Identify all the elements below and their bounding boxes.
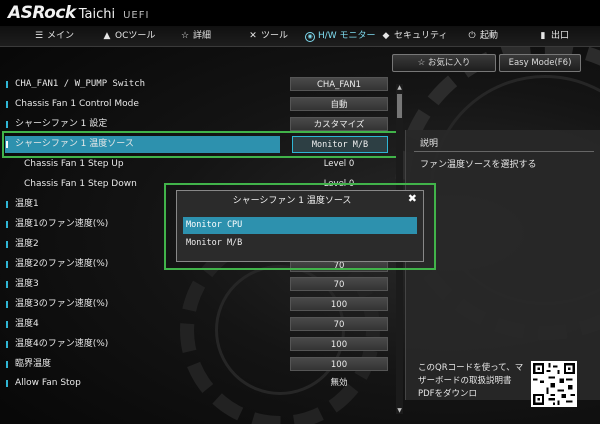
- setting-row-temp4[interactable]: 温度4: [0, 316, 290, 333]
- setting-row-allow-fan-stop[interactable]: Allow Fan Stop: [0, 375, 290, 392]
- setting-value-critical-temp[interactable]: 100: [290, 357, 388, 371]
- setting-value-fan-switch[interactable]: CHA_FAN1: [290, 77, 388, 91]
- shield-icon: ◆: [382, 31, 390, 41]
- monitor-icon: ◉: [305, 32, 315, 42]
- power-icon: ⏻: [468, 31, 476, 41]
- setting-row-critical-temp[interactable]: 臨界温度: [0, 356, 290, 373]
- qr-code: [531, 361, 577, 407]
- logo: ASRock Taichi UEFI: [8, 3, 150, 23]
- setting-value-temp4-speed[interactable]: 100: [290, 337, 388, 351]
- bios-screen: ASRock Taichi UEFI ☰ メイン ▲ OCツール ☆ 詳細 ✕ ツール ◉ H…: [0, 0, 600, 424]
- title-bar: ASRock Taichi UEFI: [0, 0, 600, 26]
- star-icon: ☆: [417, 58, 428, 68]
- setting-row-temp3-speed[interactable]: 温度3のファン速度(%): [0, 296, 290, 313]
- qr-help-text: このQRコードを使って、マザーボードの取扱説明書PDFをダウンロ: [418, 363, 524, 399]
- tab-exit[interactable]: ▮ 出口: [538, 26, 570, 46]
- exit-icon: ▮: [540, 31, 546, 41]
- grid-icon: ☰: [34, 31, 44, 41]
- tab-advanced[interactable]: ☆ 詳細: [180, 26, 211, 46]
- setting-row-fan-switch[interactable]: CHA_FAN1 / W_PUMP Switch: [0, 76, 290, 93]
- setting-row-temp3[interactable]: 温度3: [0, 276, 290, 293]
- divider: [414, 151, 594, 152]
- setting-value-allow-fan-stop[interactable]: 無効: [290, 376, 388, 390]
- callout-box-popup: [164, 183, 436, 270]
- setting-row-temp4-speed[interactable]: 温度4のファン速度(%): [0, 336, 290, 353]
- easy-mode-button[interactable]: Easy Mode(F6): [499, 54, 581, 72]
- setting-value-temp3[interactable]: 70: [290, 277, 388, 291]
- setting-row-control-mode[interactable]: Chassis Fan 1 Control Mode: [0, 96, 290, 113]
- tab-boot[interactable]: ⏻ 起動: [467, 26, 498, 46]
- star-icon: ☆: [180, 31, 190, 41]
- tab-hw-monitor[interactable]: ◉ H/W モニター: [305, 26, 376, 46]
- favorites-button[interactable]: ☆ お気に入り: [392, 54, 496, 72]
- nav-bar: ☰ メイン ▲ OCツール ☆ 詳細 ✕ ツール ◉ H/W モニター ◆ セキュリティ ⏻…: [0, 26, 600, 47]
- setting-value-step-up[interactable]: Level 0: [290, 157, 388, 171]
- scrollbar-thumb[interactable]: [397, 94, 402, 118]
- flame-icon: ▲: [103, 31, 111, 41]
- tab-main[interactable]: ☰ メイン: [34, 26, 74, 46]
- setting-value-control-mode[interactable]: 自動: [290, 97, 388, 111]
- scroll-up-arrow-icon[interactable]: ▲: [396, 84, 403, 91]
- tab-tools[interactable]: ✕ ツール: [248, 26, 288, 46]
- setting-row-step-up[interactable]: Chassis Fan 1 Step Up: [0, 156, 290, 173]
- tab-oc-tools[interactable]: ▲ OCツール: [102, 26, 156, 46]
- setting-value-fan1-setting[interactable]: カスタマイズ: [290, 117, 388, 131]
- scroll-down-arrow-icon[interactable]: ▼: [396, 407, 403, 414]
- setting-value-temp3-speed[interactable]: 100: [290, 297, 388, 311]
- description-title: 説明: [420, 139, 439, 149]
- setting-value-temp4[interactable]: 70: [290, 317, 388, 331]
- description-text: ファン温度ソースを選択する: [420, 160, 537, 170]
- tab-security[interactable]: ◆ セキュリティ: [381, 26, 448, 46]
- wrench-icon: ✕: [249, 31, 257, 41]
- callout-box-temp-source: [2, 131, 401, 158]
